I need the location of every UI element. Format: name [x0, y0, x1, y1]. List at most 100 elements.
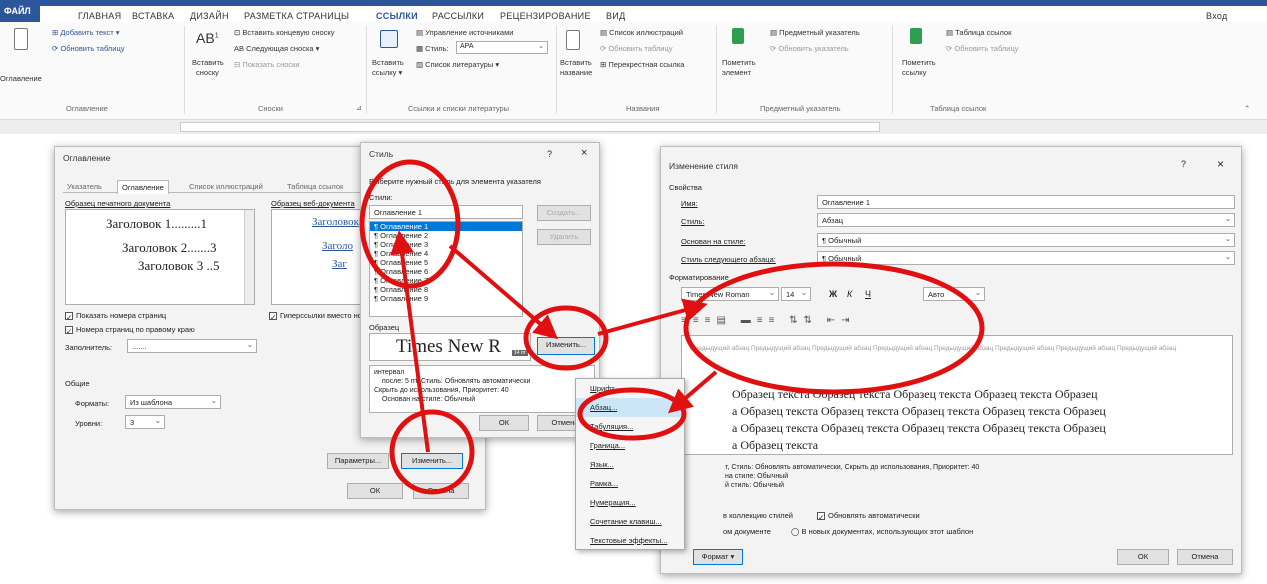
tab-view[interactable]: ВИД — [606, 11, 625, 21]
style-name-field[interactable]: Оглавление 1 — [817, 195, 1235, 209]
style-type-label: Стиль: — [681, 217, 705, 226]
mark-citation-label-1[interactable]: Пометить — [902, 58, 936, 67]
toc-button[interactable]: Оглавление — [0, 74, 42, 83]
update-table-button[interactable]: ⟳ Обновить таблицу — [52, 44, 125, 53]
cross-reference-button[interactable]: ⊞ Перекрестная ссылка — [600, 60, 684, 69]
insert-endnote-button[interactable]: ⊡ Вставить концевую сноску — [234, 28, 335, 37]
list-item[interactable]: ¶ Оглавление 6 — [370, 267, 522, 276]
menu-item-border[interactable]: Граница... — [576, 436, 684, 455]
font-color-select[interactable]: Авто — [923, 287, 985, 301]
insert-index-button[interactable]: ▤ Предметный указатель — [770, 28, 860, 37]
bibliography-button[interactable]: ▥ Список литературы ▾ — [416, 60, 499, 69]
tab-insert[interactable]: ВСТАВКА — [132, 11, 174, 21]
paragraph-toolbar[interactable]: ≡≡≡▤ ▬≡≡ ⇅⇅ ⇤⇥ — [681, 315, 981, 329]
insert-citation-label-1[interactable]: Вставить — [372, 58, 404, 67]
align-right-checkbox[interactable]: ✓ Номера страниц по правому краю — [65, 325, 195, 336]
toc-ok-button[interactable]: ОК — [347, 483, 403, 499]
list-item[interactable]: ¶ Оглавление 9 — [370, 294, 522, 303]
levels-stepper[interactable]: 3 — [125, 415, 165, 429]
tab-index[interactable]: Указатель — [67, 182, 102, 191]
mark-citation-label-2[interactable]: ссылку — [902, 68, 926, 77]
font-select[interactable]: Times New Roman — [681, 287, 779, 301]
menu-item-tabs[interactable]: Табуляция... — [576, 417, 684, 436]
show-notes-button[interactable]: ⊟ Показать сноски — [234, 60, 300, 69]
table-of-figures-button[interactable]: ▤ Список иллюстраций — [600, 28, 683, 37]
underline-button[interactable]: Ч — [865, 289, 871, 299]
next-style-select[interactable]: ¶ Обычный — [817, 251, 1235, 265]
group-dialog-launcher[interactable]: ⊿ — [356, 104, 362, 112]
tab-toc[interactable]: Оглавление — [117, 180, 169, 194]
collapse-ribbon-icon[interactable]: ⌃ — [1244, 104, 1250, 113]
close-icon[interactable]: × — [581, 147, 587, 159]
mark-entry-label-2[interactable]: элемент — [722, 68, 751, 77]
list-item[interactable]: ¶ Оглавление 1 — [370, 222, 522, 231]
tab-review[interactable]: РЕЦЕНЗИРОВАНИЕ — [500, 11, 591, 21]
menu-item-frame[interactable]: Рамка... — [576, 474, 684, 493]
menu-item-language[interactable]: Язык... — [576, 455, 684, 474]
preview-scrollbar[interactable] — [244, 210, 254, 304]
tab-mailings[interactable]: РАССЫЛКИ — [432, 11, 484, 21]
modify-ok-button[interactable]: ОК — [1117, 549, 1169, 565]
insert-citation-label-2[interactable]: ссылку ▾ — [372, 68, 402, 77]
menu-item-font[interactable]: Шрифт... — [576, 379, 684, 398]
signin-link[interactable]: Вход — [1206, 11, 1228, 21]
toc-modify-button[interactable]: Изменить... — [401, 453, 463, 469]
modify-cancel-button[interactable]: Отмена — [1177, 549, 1233, 565]
format-menu-button[interactable]: Формат ▾ — [693, 549, 743, 565]
list-item[interactable]: ¶ Оглавление 4 — [370, 249, 522, 258]
new-style-button[interactable]: Создать... — [537, 205, 591, 221]
leader-select[interactable]: ....... — [127, 339, 257, 353]
menu-item-numbering[interactable]: Нумерация... — [576, 493, 684, 512]
list-item[interactable]: ¶ Оглавление 3 — [370, 240, 522, 249]
insert-caption-label-1[interactable]: Вставить — [560, 58, 592, 67]
ruler-band[interactable] — [180, 122, 880, 132]
update-figures-button[interactable]: ⟳ Обновить таблицу — [600, 44, 673, 53]
help-icon[interactable]: ? — [547, 149, 552, 159]
insert-footnote-label-2[interactable]: сноску — [196, 68, 219, 77]
citation-style-select[interactable]: APA — [456, 41, 548, 54]
style-ok-button[interactable]: ОК — [479, 415, 529, 431]
insert-authorities-button[interactable]: ▤ Таблица ссылок — [946, 28, 1011, 37]
help-icon[interactable]: ? — [1181, 159, 1186, 169]
tab-home[interactable]: ГЛАВНАЯ — [78, 11, 121, 21]
only-this-doc-radio[interactable]: ом документе — [723, 527, 771, 536]
style-type-select[interactable]: Абзац — [817, 213, 1235, 227]
update-index-button[interactable]: ⟳ Обновить указатель — [770, 44, 849, 53]
next-footnote-button[interactable]: AB Следующая сноска ▾ — [234, 44, 319, 53]
formats-select[interactable]: Из шаблона — [125, 395, 221, 409]
font-size-select[interactable]: 14 — [781, 287, 811, 301]
delete-style-button[interactable]: Удалить — [537, 229, 591, 245]
list-item[interactable]: ¶ Оглавление 7 — [370, 276, 522, 285]
menu-item-paragraph[interactable]: Абзац... — [576, 398, 684, 417]
tab-figures[interactable]: Список иллюстраций — [189, 182, 263, 191]
menu-item-shortcut[interactable]: Сочетание клавиш... — [576, 512, 684, 531]
list-item[interactable]: ¶ Оглавление 2 — [370, 231, 522, 240]
add-to-gallery-checkbox[interactable]: в коллекцию стилей — [723, 511, 793, 520]
menu-item-text-effects[interactable]: Текстовые эффекты... — [576, 531, 684, 550]
bold-button[interactable]: Ж — [829, 289, 837, 299]
tab-layout[interactable]: РАЗМЕТКА СТРАНИЦЫ — [244, 11, 349, 21]
style-name-input[interactable]: Оглавление 1 — [369, 205, 523, 219]
new-docs-radio[interactable]: ◯ В новых документах, использующих этот … — [791, 527, 973, 536]
tab-references[interactable]: ССЫЛКИ — [376, 11, 418, 21]
show-numbers-checkbox[interactable]: ✓ Показать номера страниц — [65, 311, 166, 322]
toc-cancel-button[interactable]: Отмена — [413, 483, 469, 499]
close-icon[interactable]: × — [1217, 157, 1224, 171]
italic-button[interactable]: К — [847, 289, 852, 299]
auto-update-checkbox[interactable]: ✓ Обновлять автоматически — [817, 511, 920, 522]
list-item[interactable]: ¶ Оглавление 5 — [370, 258, 522, 267]
based-on-select[interactable]: ¶ Обычный — [817, 233, 1235, 247]
tab-authorities[interactable]: Таблица ссылок — [287, 182, 343, 191]
list-item[interactable]: ¶ Оглавление 8 — [370, 285, 522, 294]
add-text-button[interactable]: ⊞ Добавить текст ▾ — [52, 28, 120, 37]
mark-entry-label-1[interactable]: Пометить — [722, 58, 756, 67]
insert-footnote-label-1[interactable]: Вставить — [192, 58, 224, 67]
update-authorities-button[interactable]: ⟳ Обновить таблицу — [946, 44, 1019, 53]
manage-sources-button[interactable]: ▤ Управление источниками — [416, 28, 513, 37]
tab-design[interactable]: ДИЗАЙН — [190, 11, 229, 21]
insert-caption-label-2[interactable]: название — [560, 68, 592, 77]
style-list[interactable]: ¶ Оглавление 1 ¶ Оглавление 2 ¶ Оглавлен… — [369, 221, 523, 317]
options-button[interactable]: Параметры... — [327, 453, 389, 469]
file-tab[interactable]: ФАЙЛ — [0, 0, 40, 22]
style-modify-button[interactable]: Изменить... — [537, 337, 595, 355]
